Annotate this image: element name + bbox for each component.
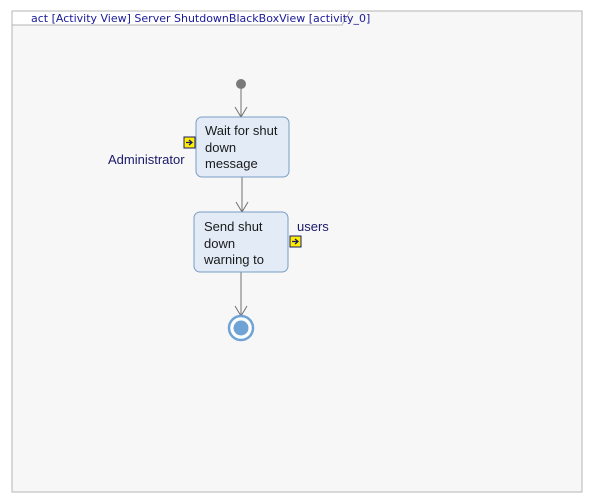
activity-final-node[interactable] (227, 314, 255, 342)
action-label-line: Send shut (204, 219, 263, 234)
diagram-frame (11, 10, 583, 493)
initial-node[interactable] (236, 79, 246, 89)
action-label-line: Wait for shut (205, 123, 278, 138)
action-send-shutdown-warning[interactable]: Send shut down warning to (193, 211, 289, 273)
pin-label-administrator: Administrator (108, 152, 185, 167)
pin-administrator[interactable] (183, 136, 196, 149)
action-wait-for-shutdown-message[interactable]: Wait for shut down message (195, 116, 290, 178)
action-label-line: down (204, 236, 235, 251)
action-label-line: warning to (203, 252, 264, 267)
action-label-line: message (205, 156, 258, 171)
frame-title: act [Activity View] Server ShutdownBlack… (31, 12, 370, 25)
pin-users[interactable] (289, 235, 302, 248)
pin-label-users: users (297, 219, 329, 234)
activity-diagram: act [Activity View] Server ShutdownBlack… (11, 10, 583, 493)
action-label-line: down (205, 140, 236, 155)
